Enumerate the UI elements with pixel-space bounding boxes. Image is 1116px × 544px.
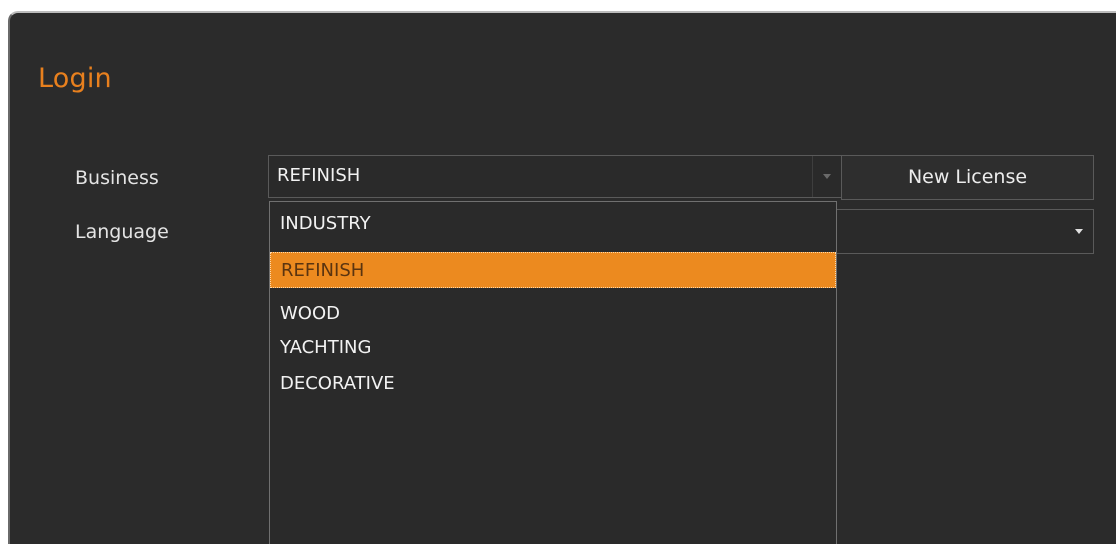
login-window: Login Business Language REFINISH New Lic…	[8, 11, 1116, 544]
business-select[interactable]: REFINISH	[268, 155, 842, 198]
page-title: Login	[38, 63, 112, 94]
language-select[interactable]	[830, 209, 1094, 254]
new-license-button[interactable]: New License	[841, 155, 1094, 200]
dropdown-option-industry[interactable]: INDUSTRY	[270, 206, 836, 242]
language-label: Language	[75, 221, 169, 243]
business-select-value: REFINISH	[277, 165, 361, 186]
dropdown-option-yachting[interactable]: YACHTING	[270, 330, 836, 366]
chevron-down-icon[interactable]	[1065, 210, 1093, 253]
dropdown-option-decorative[interactable]: DECORATIVE	[270, 366, 836, 402]
dropdown-option-refinish[interactable]: REFINISH	[270, 252, 836, 288]
business-label: Business	[75, 167, 159, 189]
business-dropdown-list: INDUSTRY REFINISH WOOD YACHTING DECORATI…	[269, 201, 837, 544]
chevron-down-icon[interactable]	[812, 156, 841, 197]
dropdown-option-wood[interactable]: WOOD	[270, 296, 836, 332]
